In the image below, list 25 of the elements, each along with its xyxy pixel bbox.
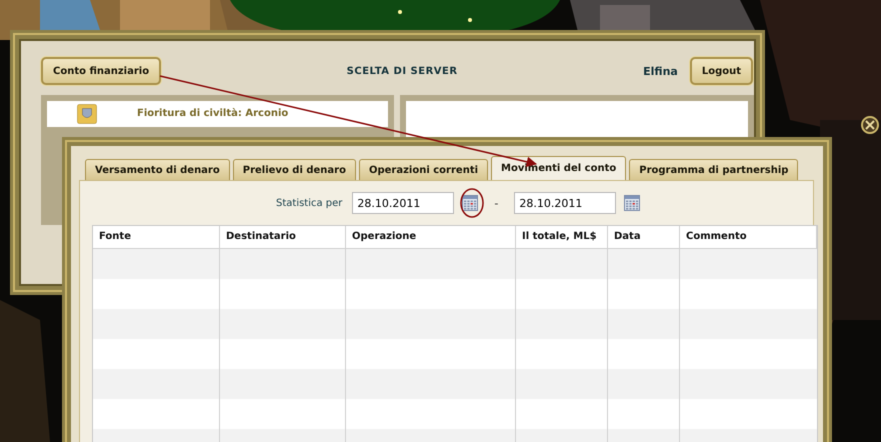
date-from-field[interactable]: 28.10.2011 <box>352 192 454 214</box>
window-title: SCELTA DI SERVER <box>346 66 459 76</box>
tab[interactable]: Prelievo di denaro <box>232 159 356 180</box>
username: Elfina <box>643 64 678 78</box>
account-button[interactable]: Conto finanziario <box>41 57 162 85</box>
column-header[interactable]: Fonte <box>93 226 220 248</box>
column-header[interactable]: Il totale, ML$ <box>516 226 608 248</box>
column-header[interactable]: Operazione <box>346 226 516 248</box>
column-header[interactable]: Data <box>608 226 680 248</box>
date-to-field[interactable]: 28.10.2011 <box>514 192 616 214</box>
server-card[interactable]: Fioritura di civiltà: Arconio <box>47 101 388 127</box>
tab[interactable]: Movimenti del conto <box>491 156 626 180</box>
column-header[interactable]: Destinatario <box>220 226 346 248</box>
tab[interactable]: Versamento di denaro <box>85 159 230 180</box>
tab[interactable]: Programma di partnership <box>629 159 798 180</box>
logout-button[interactable]: Logout <box>690 57 753 85</box>
column-header[interactable]: Commento <box>680 226 817 248</box>
shield-icon <box>77 104 97 124</box>
filter-label: Statistica per <box>276 198 342 208</box>
server-name: Fioritura di civiltà: Arconio <box>137 108 288 119</box>
range-separator: - <box>494 196 498 210</box>
calendar-icon[interactable] <box>462 195 478 211</box>
close-button[interactable] <box>861 116 879 134</box>
highlight-ellipse <box>460 188 484 218</box>
tab[interactable]: Operazioni correnti <box>358 159 488 180</box>
